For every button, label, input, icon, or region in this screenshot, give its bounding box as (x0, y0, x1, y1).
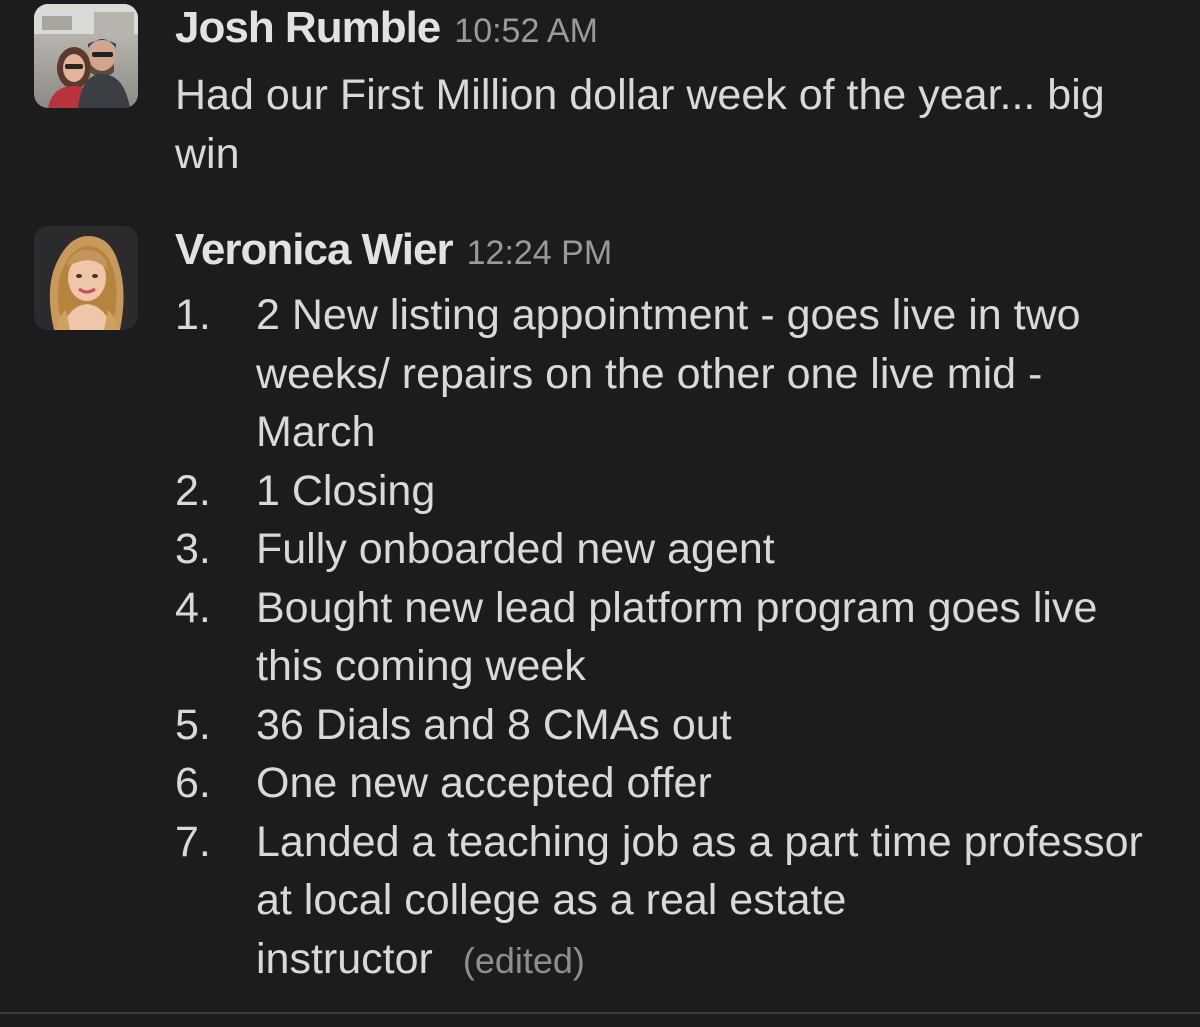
list-item-number: 1. (175, 291, 211, 339)
list-item-number: 6. (175, 759, 211, 807)
list-item-number: 4. (175, 583, 211, 632)
list-item: 4. Bought new lead platform program goes… (175, 579, 1170, 696)
message-header: Josh Rumble 10:52 AM (175, 0, 1170, 56)
list-item: 7. Landed a teaching job as a part time … (175, 813, 1170, 991)
avatar-josh-rumble[interactable] (34, 4, 138, 108)
list-item-text: 2 New listing appointment - goes live in… (256, 291, 1081, 456)
list-item-number: 5. (175, 700, 211, 749)
list-item: 1. 2 New listing appointment - goes live… (175, 286, 1170, 462)
list-item: 2. 1 Closing (175, 462, 1170, 521)
list-item-number: 3. (175, 525, 211, 573)
edited-label[interactable]: (edited) (463, 940, 585, 981)
message-content: Veronica Wier 12:24 PM 1. 2 New listing … (175, 222, 1170, 990)
message-text: Had our First Million dollar week of the… (175, 71, 1105, 178)
list-item: 3. Fully onboarded new agent (175, 520, 1170, 579)
list-item-text: 36 Dials and 8 CMAs out (256, 700, 732, 749)
timestamp[interactable]: 10:52 AM (454, 3, 598, 59)
list-item-text: 1 Closing (256, 466, 436, 515)
timestamp[interactable]: 12:24 PM (467, 225, 613, 281)
list-item-number: 7. (175, 817, 211, 866)
sender-name[interactable]: Veronica Wier (175, 222, 454, 278)
avatar-veronica-wier[interactable] (34, 226, 138, 330)
list-item-text: Bought new lead platform program goes li… (256, 583, 1098, 691)
list-item-text: Landed a teaching job as a part time pro… (256, 817, 1143, 983)
list-item: 5. 36 Dials and 8 CMAs out (175, 696, 1170, 755)
list-item: 6. One new accepted offer (175, 754, 1170, 813)
ordered-list: 1. 2 New listing appointment - goes live… (175, 286, 1170, 990)
divider (0, 1012, 1200, 1014)
message-header: Veronica Wier 12:24 PM (175, 222, 1170, 278)
list-item-text: Fully onboarded new agent (256, 525, 775, 573)
list-item-text: One new accepted offer (256, 759, 712, 807)
sender-name[interactable]: Josh Rumble (175, 0, 441, 56)
message-content: Josh Rumble 10:52 AM Had our First Milli… (175, 0, 1170, 183)
list-item-number: 2. (175, 466, 211, 515)
list-item-text-wrapper: Landed a teaching job as a part time pro… (256, 813, 1170, 991)
